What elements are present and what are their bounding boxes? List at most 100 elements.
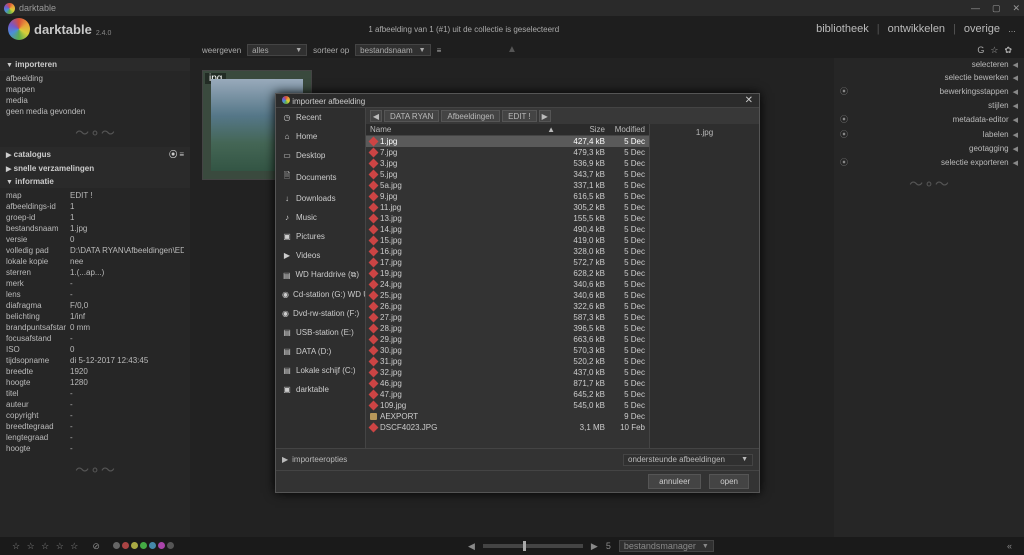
maximize-button[interactable]: ▢ xyxy=(992,3,1001,14)
panel-stijlen[interactable]: stijlen◀ xyxy=(834,99,1024,112)
file-row[interactable]: 17.jpg572,7 kB5 Dec xyxy=(366,257,649,268)
nav-develop[interactable]: ontwikkelen xyxy=(888,23,945,35)
place-item[interactable]: ◷Recent xyxy=(276,108,365,127)
file-row[interactable]: 47.jpg645,2 kB5 Dec xyxy=(366,389,649,400)
import-item[interactable]: mappen xyxy=(6,84,184,95)
zoom-out-icon[interactable]: ◀ xyxy=(468,541,475,552)
gear-icon[interactable]: ✿ xyxy=(1004,45,1012,56)
panel-catalog-header[interactable]: ▶ catalogus ⦿ ≡ xyxy=(0,147,190,162)
open-button[interactable]: open xyxy=(709,474,749,489)
file-row[interactable]: 3.jpg536,9 kB5 Dec xyxy=(366,158,649,169)
nav-more-icon[interactable]: … xyxy=(1008,25,1016,34)
file-row[interactable]: 109.jpg545,0 kB5 Dec xyxy=(366,400,649,411)
reset-icon[interactable]: ⦿ xyxy=(840,157,848,168)
filter-sort-combo[interactable]: bestandsnaam▼ xyxy=(355,44,430,56)
rating-stars[interactable]: ☆ ☆ ☆ ☆ ☆ xyxy=(12,541,80,552)
col-name[interactable]: Name ▲ xyxy=(366,124,559,135)
import-options-expander[interactable]: ▶ importeeropties xyxy=(282,455,617,464)
close-button[interactable]: ✕ xyxy=(1012,3,1020,14)
place-item[interactable]: ♪Music xyxy=(276,208,365,227)
file-row[interactable]: 26.jpg322,6 kB5 Dec xyxy=(366,301,649,312)
reject-icon[interactable]: ⊘ xyxy=(92,541,100,552)
place-item[interactable]: 🗎Documents xyxy=(276,165,365,189)
import-item[interactable]: afbeelding xyxy=(6,73,184,84)
nav-library[interactable]: bibliotheek xyxy=(816,23,869,35)
file-row[interactable]: 11.jpg305,2 kB5 Dec xyxy=(366,202,649,213)
crumb-segment[interactable]: EDIT ! xyxy=(502,110,537,122)
file-row[interactable]: 14.jpg490,4 kB5 Dec xyxy=(366,224,649,235)
file-row[interactable]: 7.jpg479,3 kB5 Dec xyxy=(366,147,649,158)
import-item[interactable]: media xyxy=(6,95,184,106)
collapse-bottom-icon[interactable]: « xyxy=(1007,541,1012,551)
panel-info-header[interactable]: ▼ informatie xyxy=(0,175,190,188)
file-row[interactable]: 24.jpg340,6 kB5 Dec xyxy=(366,279,649,290)
panel-collections-header[interactable]: ▶ snelle verzamelingen xyxy=(0,162,190,175)
file-filter-combo[interactable]: ondersteunde afbeeldingen▼ xyxy=(623,454,753,466)
place-item[interactable]: ▣Pictures xyxy=(276,227,365,246)
reset-icon[interactable]: ⦿ xyxy=(840,129,848,140)
crumb-segment[interactable]: Afbeeldingen xyxy=(441,110,500,122)
reset-icon[interactable]: ⦿ xyxy=(840,114,848,125)
nav-other[interactable]: overige xyxy=(964,23,1000,35)
place-item[interactable]: ◉Cd-station (G:) WD Unloc xyxy=(276,285,365,304)
file-row[interactable]: 46.jpg871,7 kB5 Dec xyxy=(366,378,649,389)
panel-bewerkingsstappen[interactable]: ⦿bewerkingsstappen◀ xyxy=(834,84,1024,99)
place-item[interactable]: ◉Dvd-rw-station (F:) xyxy=(276,304,365,323)
place-item[interactable]: ▭Desktop xyxy=(276,146,365,165)
file-row[interactable]: 16.jpg328,0 kB5 Dec xyxy=(366,246,649,257)
star-icon[interactable]: ☆ xyxy=(990,45,998,56)
place-item[interactable]: ⌂Home xyxy=(276,127,365,146)
file-row[interactable]: 30.jpg570,3 kB5 Dec xyxy=(366,345,649,356)
file-row[interactable]: 32.jpg437,0 kB5 Dec xyxy=(366,367,649,378)
folder-icon xyxy=(370,413,377,420)
group-icon[interactable]: G xyxy=(977,45,984,55)
triangle-left-icon: ◀ xyxy=(1013,131,1018,139)
panel-labelen[interactable]: ⦿labelen◀ xyxy=(834,127,1024,142)
file-row[interactable]: 27.jpg587,3 kB5 Dec xyxy=(366,312,649,323)
crumb-segment[interactable]: DATA RYAN xyxy=(384,110,439,122)
zoom-slider[interactable] xyxy=(483,544,583,548)
file-row[interactable]: 5.jpg343,7 kB5 Dec xyxy=(366,169,649,180)
crumb-forward[interactable]: ▶ xyxy=(539,110,551,122)
file-row[interactable]: 1.jpg427,4 kB5 Dec xyxy=(366,136,649,147)
panel-geotagging[interactable]: geotagging◀ xyxy=(834,142,1024,155)
file-row[interactable]: AEXPORT9 Dec xyxy=(366,411,649,422)
file-row[interactable]: DSCF4023.JPG3,1 MB10 Feb xyxy=(366,422,649,433)
place-item[interactable]: ▶Videos xyxy=(276,246,365,265)
panel-selectie-bewerken[interactable]: selectie bewerken◀ xyxy=(834,71,1024,84)
crumb-back[interactable]: ◀ xyxy=(370,110,382,122)
image-file-icon xyxy=(369,379,379,389)
file-row[interactable]: 13.jpg155,5 kB5 Dec xyxy=(366,213,649,224)
file-row[interactable]: 9.jpg616,5 kB5 Dec xyxy=(366,191,649,202)
col-size[interactable]: Size xyxy=(559,124,609,135)
panel-selectie-exporteren[interactable]: ⦿selectie exporteren◀ xyxy=(834,155,1024,170)
filter-show-combo[interactable]: alles▼ xyxy=(247,44,307,56)
place-item[interactable]: ▣darktable xyxy=(276,380,365,399)
file-row[interactable]: 25.jpg340,6 kB5 Dec xyxy=(366,290,649,301)
place-item[interactable]: ▤Lokale schijf (C:) xyxy=(276,361,365,380)
cancel-button[interactable]: annuleer xyxy=(648,474,701,489)
file-row[interactable]: 15.jpg419,0 kB5 Dec xyxy=(366,235,649,246)
panel-metadata-editor[interactable]: ⦿metadata-editor◀ xyxy=(834,112,1024,127)
place-item[interactable]: ▤USB-station (E:) xyxy=(276,323,365,342)
file-row[interactable]: 19.jpg628,2 kB5 Dec xyxy=(366,268,649,279)
dialog-close-button[interactable]: ✕ xyxy=(745,95,753,106)
import-item[interactable]: geen media gevonden xyxy=(6,106,184,117)
collapse-top-icon[interactable]: ▲ xyxy=(507,44,517,55)
place-item[interactable]: ▤WD Harddrive (⧉) xyxy=(276,265,365,285)
zoom-in-icon[interactable]: ▶ xyxy=(591,541,598,552)
minimize-button[interactable]: — xyxy=(971,3,980,14)
file-row[interactable]: 5a.jpg337,1 kB5 Dec xyxy=(366,180,649,191)
reset-icon[interactable]: ⦿ xyxy=(840,86,848,97)
file-row[interactable]: 31.jpg520,2 kB5 Dec xyxy=(366,356,649,367)
sort-order-icon[interactable]: ≡ xyxy=(437,46,442,55)
panel-selecteren[interactable]: selecteren◀ xyxy=(834,58,1024,71)
color-labels[interactable] xyxy=(112,541,175,551)
layout-combo[interactable]: bestandsmanager▼ xyxy=(619,540,714,552)
file-row[interactable]: 28.jpg396,5 kB5 Dec xyxy=(366,323,649,334)
col-modified[interactable]: Modified xyxy=(609,124,649,135)
place-item[interactable]: ▤DATA (D:) xyxy=(276,342,365,361)
file-row[interactable]: 29.jpg663,6 kB5 Dec xyxy=(366,334,649,345)
place-item[interactable]: ↓Downloads xyxy=(276,189,365,208)
panel-import-header[interactable]: ▼ importeren xyxy=(0,58,190,71)
